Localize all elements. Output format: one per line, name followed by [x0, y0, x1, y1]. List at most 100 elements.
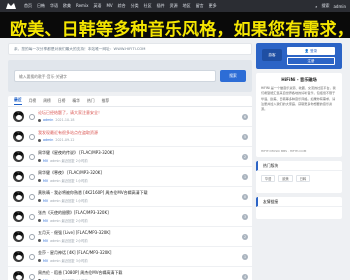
- search-input[interactable]: [14, 70, 216, 82]
- forum-tag[interactable]: 欧美: [278, 175, 293, 182]
- author-dot-icon: [38, 138, 41, 142]
- register-button[interactable]: 注册: [287, 57, 335, 65]
- thread-row[interactable]: 五月天 - 倔强 [Live] [FLAC/MP3-320K] MV admin 最…: [8, 227, 252, 247]
- select-checkbox[interactable]: [29, 214, 35, 220]
- author-dot-icon: [38, 179, 41, 182]
- nav-item[interactable]: 日韩: [37, 3, 45, 9]
- reply-count-badge: 1: [241, 174, 248, 180]
- user-avatar[interactable]: [13, 171, 24, 182]
- thread-author[interactable]: MV: [43, 239, 48, 243]
- user-avatar[interactable]: [13, 251, 24, 262]
- thread-list: 论坛已经结题了，请大家注意安全！ admin 2021-10-18 6 我发现最近有很多…: [8, 107, 252, 280]
- reply-count-badge: 6: [241, 114, 248, 120]
- nav-item[interactable]: 英语: [93, 3, 101, 9]
- nav-item[interactable]: MV: [106, 3, 112, 9]
- nav-item[interactable]: 资源: [170, 3, 178, 9]
- forum-tag[interactable]: 华语: [261, 175, 276, 182]
- thread-info: admin 最近回复 2小时前: [50, 219, 88, 223]
- thread-title[interactable]: 周华健《寒夜》 [FLAC/MP3-320K]: [38, 170, 102, 176]
- author-dot-icon: [38, 199, 41, 202]
- user-avatar[interactable]: [13, 211, 24, 222]
- select-checkbox[interactable]: [29, 134, 35, 140]
- thread-row[interactable]: 张杰《天使的翅膀》[FLAC/MP3-320K] MV admin 最近回复 2小时…: [8, 207, 252, 227]
- nav-item[interactable]: 插件: [157, 3, 165, 9]
- site-logo-icon[interactable]: [4, 2, 18, 11]
- tab-monthly[interactable]: 月榜: [29, 98, 37, 104]
- forum-tag[interactable]: 日韩: [295, 175, 311, 182]
- notice-bar: 亲，您的每一次分享都是对我们最大的支持！本站唯一网址：WWW.HIFITI.CO…: [8, 43, 252, 55]
- nav-item[interactable]: 社区: [144, 3, 152, 9]
- thread-info: admin 最近回复 1小时前: [50, 199, 88, 203]
- select-checkbox[interactable]: [29, 274, 35, 280]
- search-button[interactable]: 搜索: [220, 70, 246, 82]
- top-right-area: ⌕ 搜索 admin: [315, 0, 346, 12]
- main-nav: 首页 日韩 华语 欧美 Remix 英语 MV 综合 分类 社区 插件 资源 地…: [24, 3, 217, 9]
- thread-title[interactable]: 金莎 - 星月神话 [4K] [FLAC/MP3-320K]: [38, 250, 111, 256]
- nav-item[interactable]: 欧美: [63, 3, 71, 9]
- user-avatar[interactable]: [13, 111, 24, 122]
- thread-row[interactable]: 论坛已经结题了，请大家注意安全！ admin 2021-10-18 6: [8, 107, 252, 127]
- tab-recommended[interactable]: 推荐: [102, 98, 110, 104]
- thread-author[interactable]: MV: [43, 199, 48, 203]
- thread-author[interactable]: admin: [43, 138, 53, 142]
- thread-author[interactable]: MV: [43, 219, 48, 223]
- user-avatar[interactable]: [13, 271, 24, 280]
- nav-item[interactable]: 分类: [131, 3, 139, 9]
- nav-item[interactable]: 华语: [50, 3, 58, 9]
- thread-title[interactable]: 我发现最近有很多站点在盗取资源: [38, 130, 98, 136]
- select-checkbox[interactable]: [29, 254, 35, 260]
- select-checkbox[interactable]: [29, 154, 35, 160]
- tab-latest[interactable]: 最近: [14, 97, 22, 105]
- thread-meta: MV admin 最近回复 2小时前: [38, 238, 88, 243]
- nav-item[interactable]: 综合: [118, 3, 126, 9]
- thread-title[interactable]: 周杰伦 - 稻香 [1080P] 周杰伦MV合辑高清下载: [38, 270, 122, 276]
- user-avatar[interactable]: [13, 191, 24, 202]
- top-search-label[interactable]: 搜索: [321, 3, 329, 9]
- select-checkbox[interactable]: [29, 194, 35, 200]
- thread-author[interactable]: MV: [43, 259, 48, 263]
- user-avatar[interactable]: [13, 151, 24, 162]
- thread-title[interactable]: 张杰《天使的翅膀》[FLAC/MP3-320K]: [38, 210, 109, 216]
- select-checkbox[interactable]: [29, 174, 35, 180]
- thread-title[interactable]: 周华健《星夜的传说》 [FLAC/MP3-320K]: [38, 150, 114, 156]
- user-avatar[interactable]: [13, 131, 24, 142]
- login-button[interactable]: 👤 登录: [287, 47, 335, 55]
- thread-author[interactable]: MV: [43, 179, 48, 183]
- user-avatar[interactable]: [13, 231, 24, 242]
- tab-featured[interactable]: 精华: [72, 98, 80, 104]
- reply-count-badge: 2: [241, 234, 248, 240]
- nav-item[interactable]: Remix: [76, 3, 88, 9]
- thread-meta: admin 2021-10-18: [38, 118, 75, 122]
- tab-hot[interactable]: 热门: [87, 98, 95, 104]
- thread-title[interactable]: 黄秋晴 - 我必将被你熟悉 [4K2160P] 周杰伦MV合辑高清下载: [38, 190, 148, 196]
- select-checkbox[interactable]: [29, 234, 35, 240]
- reply-count-badge: 1: [241, 254, 248, 260]
- thread-title[interactable]: 五月天 - 倔强 [Live] [FLAC/MP3-320K]: [38, 230, 110, 236]
- thread-meta: MV admin 最近回复 2小时前: [38, 218, 88, 223]
- thread-row[interactable]: 周华健《寒夜》 [FLAC/MP3-320K] MV admin 最近回复 1小时前…: [8, 167, 252, 187]
- thread-row[interactable]: 周华健《星夜的传说》 [FLAC/MP3-320K] MV admin 最近回复 2…: [8, 147, 252, 167]
- search-icon[interactable]: ⌕: [315, 4, 317, 9]
- author-dot-icon: [38, 239, 41, 242]
- select-checkbox[interactable]: [29, 114, 35, 120]
- nav-item[interactable]: 更多: [209, 3, 217, 9]
- nav-item[interactable]: 首页: [24, 3, 32, 9]
- user-menu[interactable]: admin: [333, 4, 346, 9]
- tab-weekly[interactable]: 周榜: [43, 98, 51, 104]
- nav-item[interactable]: 地区: [183, 3, 191, 9]
- guest-label: 游客: [262, 49, 282, 61]
- thread-row[interactable]: 金莎 - 星月神话 [4K] [FLAC/MP3-320K] MV admin 最近…: [8, 247, 252, 267]
- tab-daily[interactable]: 日榜: [58, 98, 66, 104]
- thread-info: 2021-09-12: [55, 138, 75, 142]
- thread-author[interactable]: MV: [43, 159, 48, 163]
- about-url: HIFITI MUSIC BBS · HIFITI.COM: [261, 149, 307, 153]
- thread-info: admin 最近回复 1小时前: [50, 179, 88, 183]
- thread-row[interactable]: 黄秋晴 - 我必将被你熟悉 [4K2160P] 周杰伦MV合辑高清下载 MV adm…: [8, 187, 252, 207]
- thread-row[interactable]: 周杰伦 - 稻香 [1080P] 周杰伦MV合辑高清下载MVadmin 最近回复…: [8, 267, 252, 280]
- nav-item[interactable]: 留言: [196, 3, 204, 9]
- thread-title[interactable]: 论坛已经结题了，请大家注意安全！: [38, 110, 102, 116]
- author-dot-icon: [38, 219, 41, 222]
- thread-row[interactable]: 我发现最近有很多站点在盗取资源 admin 2021-09-12 5: [8, 127, 252, 147]
- top-navigation-bar: 首页 日韩 华语 欧美 Remix 英语 MV 综合 分类 社区 插件 资源 地…: [0, 0, 350, 12]
- thread-author[interactable]: admin: [43, 118, 53, 122]
